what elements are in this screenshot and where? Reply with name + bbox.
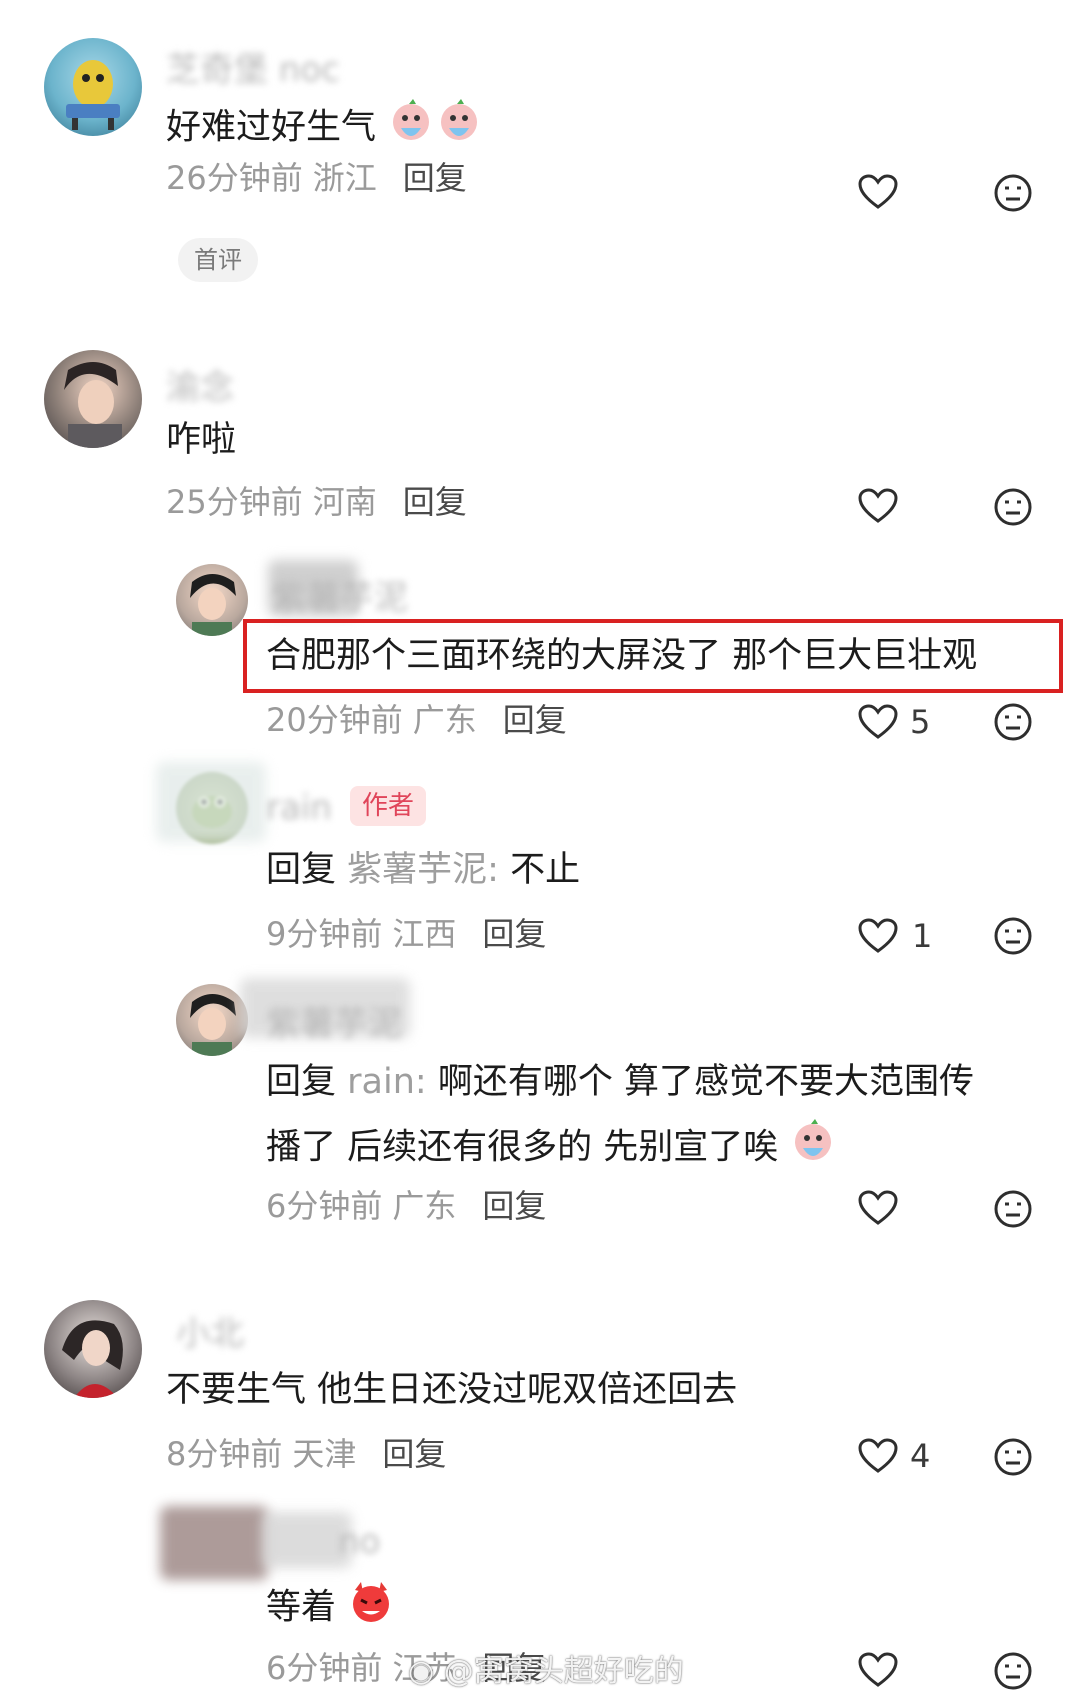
username[interactable]: 紫薯芋泥 (272, 570, 408, 619)
comment-time: 26分钟前 (166, 159, 303, 197)
dislike-face-icon[interactable] (993, 1437, 1033, 1477)
comment-text: 不要生气 他生日还没过呢双倍还回去 (166, 1370, 738, 1410)
comment-text: 等着 (266, 1578, 395, 1639)
comment-meta: 20分钟前 广东 回复 (266, 700, 567, 740)
comment-time: 8分钟前 (166, 1435, 283, 1473)
dislike-face-icon[interactable] (993, 487, 1033, 527)
reply-button[interactable]: 回复 (382, 1435, 446, 1473)
comment-location: 浙江 (312, 159, 377, 197)
reply-button[interactable]: 回复 (482, 915, 546, 953)
comment-text-content: 好难过好生气 (166, 107, 377, 148)
username[interactable]: rain (266, 788, 332, 828)
watermark-text: @窝窝头超好吃的 (443, 1654, 684, 1689)
comment-text: 咋啦 (166, 420, 237, 460)
comment-meta: 26分钟前 浙江 回复 (166, 158, 467, 198)
like-count: 4 (910, 1437, 931, 1475)
reply-to-username[interactable]: 紫薯芋泥: (347, 850, 499, 890)
like-heart-icon[interactable] (858, 918, 898, 954)
like-heart-icon[interactable] (858, 1438, 898, 1474)
comment-time: 25分钟前 (166, 483, 303, 521)
comment-time: 9分钟前 (266, 915, 383, 953)
username[interactable]: 芝奇堡 noc (166, 42, 340, 91)
dislike-face-icon[interactable] (993, 1189, 1033, 1229)
comment-text-content: 不止 (510, 850, 581, 890)
devil-emoji-icon (347, 1578, 395, 1639)
like-heart-icon[interactable] (858, 174, 898, 210)
like-count: 5 (910, 703, 931, 741)
watermark: ◉ @窝窝头超好吃的 (408, 1646, 684, 1690)
comment-time: 20分钟前 (266, 701, 403, 739)
author-badge: 作者 (350, 786, 427, 826)
weibo-logo-icon: ◉ (408, 1654, 435, 1689)
avatar-portrait-icon (190, 574, 236, 636)
comment-meta: 25分钟前 河南 回复 (166, 482, 467, 522)
comment-meta: 9分钟前 江西 回复 (266, 914, 546, 954)
reply-button[interactable]: 回复 (403, 483, 467, 521)
reply-button[interactable]: 回复 (403, 159, 467, 197)
username[interactable]: 小北 (176, 1306, 244, 1355)
like-heart-icon[interactable] (858, 1190, 898, 1226)
avatar-portrait-icon (62, 1320, 123, 1398)
comment-location: 广东 (412, 701, 477, 739)
avatar[interactable] (44, 350, 142, 448)
comment-location: 江西 (392, 915, 457, 953)
comment-text: 回复 紫薯芋泥: 不止 (266, 846, 580, 894)
avatar[interactable] (44, 1300, 142, 1398)
like-heart-icon[interactable] (858, 704, 898, 740)
like-heart-icon[interactable] (858, 488, 898, 524)
avatar[interactable] (44, 38, 142, 136)
comment-text-content: 播了 后续还有很多的 先别宣了唉 (266, 1127, 779, 1168)
comment-time: 6分钟前 (266, 1649, 383, 1687)
reply-button[interactable]: 回复 (503, 701, 567, 739)
comment-text: 合肥那个三面环绕的大屏没了 那个巨大巨壮观 (266, 636, 978, 676)
reply-button[interactable]: 回复 (482, 1187, 546, 1225)
crying-emoji-icon (789, 1118, 837, 1179)
comment-text: 回复 rain: 啊还有哪个 算了感觉不要大范围传 (266, 1058, 974, 1106)
dislike-face-icon[interactable] (993, 173, 1033, 213)
like-heart-icon[interactable] (858, 1652, 898, 1688)
comment-time: 6分钟前 (266, 1187, 383, 1225)
avatar[interactable] (176, 984, 248, 1056)
comment-text-content: 等着 (266, 1587, 337, 1628)
username[interactable]: 紫薯芋泥 (266, 996, 402, 1045)
username[interactable]: no (338, 1522, 380, 1562)
comment-location: 天津 (292, 1435, 357, 1473)
comment-text-content: 啊还有哪个 算了感觉不要大范围传 (437, 1062, 974, 1102)
comment-meta: 8分钟前 天津 回复 (166, 1434, 446, 1474)
dislike-face-icon[interactable] (993, 702, 1033, 742)
username[interactable]: 渝念 (166, 360, 234, 409)
crying-emoji-icon (387, 98, 483, 159)
comment-location: 河南 (312, 483, 377, 521)
username-blur (156, 762, 266, 842)
like-count: 1 (912, 917, 933, 955)
comment-text-line2: 播了 后续还有很多的 先别宣了唉 (266, 1118, 837, 1179)
dislike-face-icon[interactable] (993, 1651, 1033, 1691)
avatar-portrait-icon (190, 994, 236, 1056)
dislike-face-icon[interactable] (993, 916, 1033, 956)
first-comment-tag: 首评 (178, 238, 258, 282)
reply-to-username[interactable]: rain: (347, 1062, 427, 1102)
comment-location: 广东 (392, 1187, 457, 1225)
reply-prefix: 回复 (266, 1062, 337, 1102)
avatar[interactable] (176, 564, 248, 636)
avatar-blur[interactable] (160, 1506, 268, 1580)
avatar-portrait-icon (64, 362, 122, 448)
reply-prefix: 回复 (266, 850, 337, 890)
comment-text: 好难过好生气 (166, 98, 483, 159)
comment-meta: 6分钟前 广东 回复 (266, 1186, 546, 1226)
avatar-cartoon-icon (66, 60, 120, 130)
